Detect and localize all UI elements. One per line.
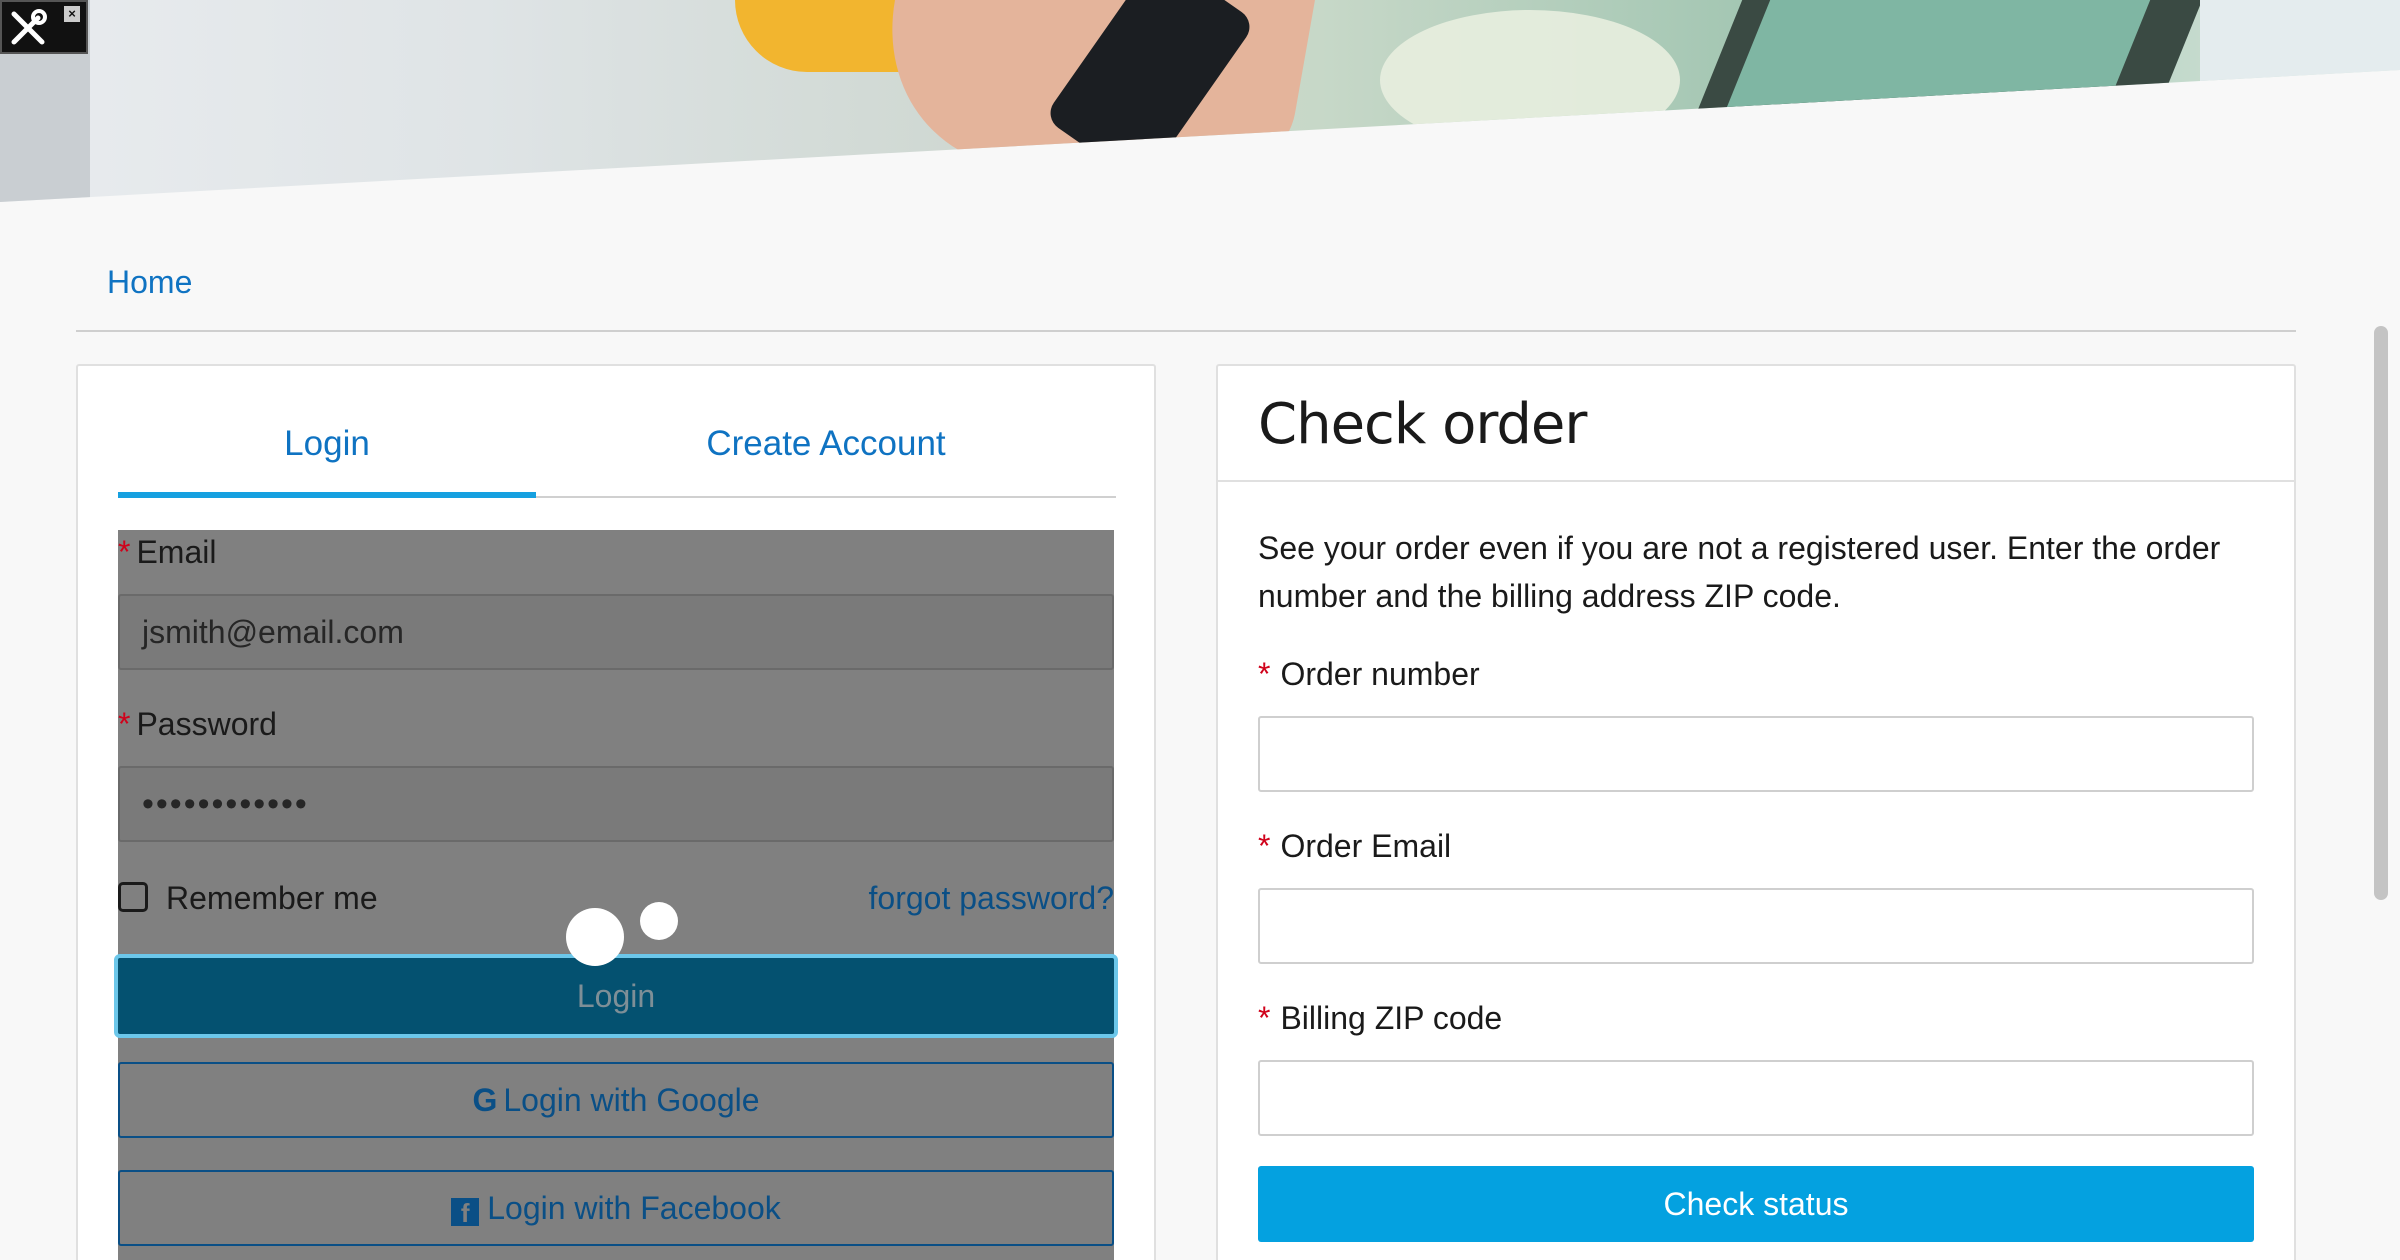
tools-widget[interactable]: × <box>0 0 88 54</box>
required-mark: * <box>1258 656 1271 692</box>
order-number-label: * Order number <box>1258 656 1480 692</box>
login-facebook-label: Login with Facebook <box>487 1190 781 1226</box>
login-panel: Login Create Account * Email jsmith@email… <box>76 364 1156 1260</box>
hero-laptop-screen <box>1725 0 2155 110</box>
billing-zip-label: * Billing ZIP code <box>1258 1000 1503 1036</box>
password-label: * Password <box>118 706 277 742</box>
check-order-title: Check order <box>1258 392 1587 457</box>
breadcrumb-home-link[interactable]: Home <box>107 264 192 301</box>
order-email-input[interactable] <box>1258 888 2254 964</box>
remember-me-checkbox[interactable] <box>118 882 148 912</box>
hero-window <box>2200 0 2400 120</box>
page-scrollbar[interactable] <box>2374 326 2388 900</box>
order-email-label: * Order Email <box>1258 828 1452 864</box>
active-tab-indicator <box>118 492 536 498</box>
tools-icon[interactable] <box>8 8 48 56</box>
facebook-icon: f <box>451 1198 480 1228</box>
login-tabs: Login Create Account <box>118 366 1116 498</box>
remember-me-label[interactable]: Remember me <box>166 880 378 917</box>
check-order-description: See your order even if you are not a reg… <box>1258 530 2221 614</box>
breadcrumb: Home <box>76 250 2296 332</box>
email-label: * Email <box>118 534 217 570</box>
password-input[interactable]: •••••••••••• <box>118 766 1114 842</box>
email-input[interactable]: jsmith@email.com <box>118 594 1114 670</box>
login-form-overlay: * Email jsmith@email.com * Password ••••••… <box>114 530 1118 1260</box>
tab-create-account[interactable]: Create Account <box>536 424 1116 464</box>
billing-zip-input[interactable] <box>1258 1060 2254 1136</box>
hero-bowl <box>1380 10 1680 150</box>
check-order-panel: Check order See your order even if you a… <box>1216 364 2296 1260</box>
order-number-input[interactable] <box>1258 716 2254 792</box>
loading-spinner-dot <box>640 902 678 940</box>
login-button[interactable]: Login <box>114 954 1118 1038</box>
required-mark: * <box>118 534 131 570</box>
login-facebook-button[interactable]: f Login with Facebook <box>118 1170 1114 1246</box>
loading-spinner-dot <box>566 908 624 966</box>
close-icon[interactable]: × <box>64 6 80 22</box>
required-mark: * <box>1258 1000 1271 1036</box>
required-mark: * <box>1258 828 1271 864</box>
required-mark: * <box>118 706 131 742</box>
hero-banner <box>0 0 2400 202</box>
tab-login[interactable]: Login <box>118 424 536 464</box>
check-order-header: Check order <box>1218 366 2294 482</box>
forgot-password-link[interactable]: forgot password? <box>869 880 1114 917</box>
google-icon: G <box>472 1082 498 1118</box>
login-google-label: Login with Google <box>503 1082 760 1118</box>
login-google-button[interactable]: G Login with Google <box>118 1062 1114 1138</box>
check-status-button[interactable]: Check status <box>1258 1166 2254 1242</box>
